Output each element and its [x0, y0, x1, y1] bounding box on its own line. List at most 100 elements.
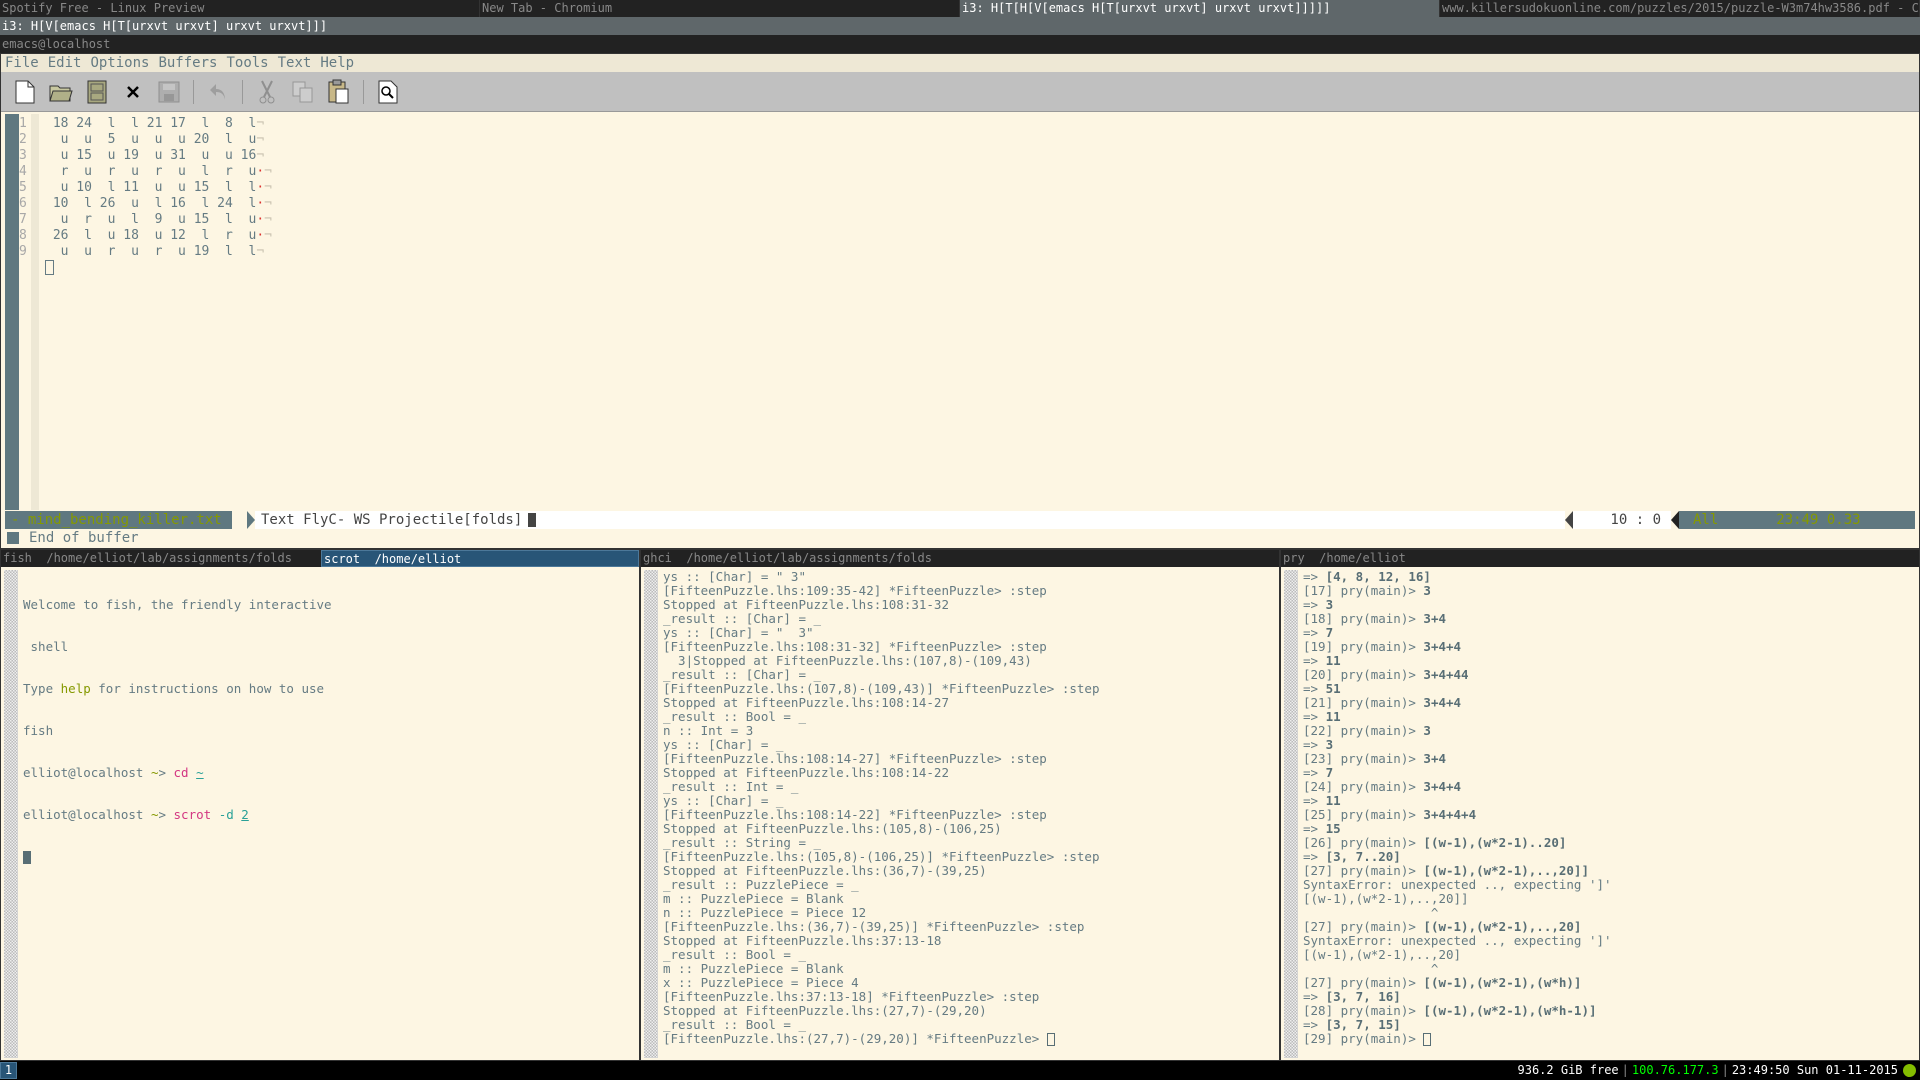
command-arg: ~ — [196, 765, 204, 780]
eol-marker: ¬ — [264, 212, 272, 227]
line-prefix: [20] pry(main)> — [1303, 667, 1424, 682]
terminal-line: [FifteenPuzzle.lhs:(107,8)-(109,43)] *Fi… — [663, 681, 1100, 696]
emacs-editor[interactable]: 1 2 3 4 5 6 7 8 9 18 24 l l 21 17 l 8 l ¬… — [1, 114, 1919, 510]
command: cd — [173, 765, 189, 780]
help-keyword: help — [60, 681, 91, 696]
tab-chromium-pdf[interactable]: www.killersudokuonline.com/puzzles/2015/… — [1440, 0, 1920, 17]
close-buffer-button[interactable] — [117, 77, 149, 107]
modeline-modes[interactable]: Text FlyC- WS Projectile[folds] — [255, 511, 1565, 529]
new-file-button[interactable] — [9, 77, 41, 107]
copy-icon — [292, 81, 313, 102]
line-number: 5 — [19, 180, 27, 195]
line-prefix: => — [1303, 625, 1326, 640]
menu-tools[interactable]: Tools — [226, 54, 268, 72]
expression: 3 — [1423, 723, 1431, 738]
terminal-line: [17] pry(main)> 3 — [1303, 584, 1612, 598]
tab-scrot[interactable]: scrot /home/elliot — [321, 550, 639, 567]
modeline-scroll: All — [1693, 512, 1719, 528]
terminal-line: => 15 — [1303, 822, 1612, 836]
menu-text[interactable]: Text — [278, 54, 312, 72]
save-icon — [158, 81, 180, 102]
line-prefix: => — [1303, 821, 1326, 836]
terminal-line: _result :: Bool = _ — [663, 947, 806, 962]
scrollbar[interactable] — [1284, 570, 1298, 1058]
emacs-window-title[interactable]: emacs@localhost — [0, 35, 1920, 53]
line-prefix: [(w-1),(w*2-1),..,20] — [1303, 947, 1462, 962]
buffer-text[interactable]: 18 24 l l 21 17 l 8 l ¬ u u 5 u u u 20 l … — [45, 116, 272, 276]
terminal-line: [20] pry(main)> 3+4+44 — [1303, 668, 1612, 682]
line-prefix: => — [1303, 849, 1326, 864]
scrollbar[interactable] — [644, 570, 658, 1058]
search-button[interactable] — [372, 77, 404, 107]
trailing-whitespace-marker: · — [256, 180, 265, 195]
menu-help[interactable]: Help — [320, 54, 354, 72]
copy-button[interactable] — [287, 77, 319, 107]
expression: 3+4+4 — [1423, 695, 1462, 710]
terminal-prompt-line[interactable]: [29] pry(main)> — [1303, 1032, 1612, 1046]
scrollbar[interactable] — [4, 570, 18, 1058]
terminal-pane-pry[interactable]: pry /home/elliot => [4, 8, 12, 16] [17] p… — [1280, 549, 1920, 1061]
line-numbers: 1 2 3 4 5 6 7 8 9 — [19, 116, 39, 260]
tab-chromium-new-tab[interactable]: New Tab - Chromium — [480, 0, 960, 17]
open-file-button[interactable] — [45, 77, 77, 107]
command: scrot — [173, 807, 212, 822]
cursor — [1423, 1033, 1432, 1046]
terminal-line: Type help for instructions on how to use — [23, 682, 332, 696]
buffer-line-text: 10 l 26 u l 16 l 24 l — [45, 196, 257, 211]
cut-button[interactable] — [251, 77, 283, 107]
expression: 3 — [1423, 583, 1431, 598]
minibuffer[interactable]: End of buffer — [1, 529, 1919, 547]
buffer-line-text: 26 l u 18 u 12 l r u — [45, 228, 257, 243]
undo-button[interactable] — [202, 77, 234, 107]
terminal-line[interactable] — [23, 850, 332, 864]
line-number: 6 — [19, 196, 27, 211]
menu-edit[interactable]: Edit — [48, 54, 82, 72]
paste-button[interactable] — [323, 77, 355, 107]
modeline-scroll-time: All 23:49 0.33 — [1679, 511, 1915, 529]
terminal-line: [FifteenPuzzle.lhs:108:14-27] *FifteenPu… — [663, 751, 1047, 766]
terminal-line: => 3 — [1303, 598, 1612, 612]
expression: 3 — [1325, 597, 1334, 612]
cursor — [23, 851, 31, 864]
line-prefix: [(w-1),(w*2-1),..,20]] — [1303, 891, 1469, 906]
emacs-toolbar — [1, 72, 1919, 112]
buffer-line-text: u 10 l 11 u u 15 l l — [45, 180, 257, 195]
expression: [3, 7, 15] — [1325, 1017, 1401, 1032]
eol-marker: ¬ — [256, 148, 265, 163]
buffer-line — [45, 260, 272, 276]
tab-ghci[interactable]: ghci /home/elliot/lab/assignments/folds — [641, 550, 1279, 567]
menu-buffers[interactable]: Buffers — [158, 54, 217, 72]
save-button[interactable] — [153, 77, 185, 107]
buffer-line: 10 l 26 u l 16 l 24 l·¬ — [45, 196, 272, 212]
terminal-pane-fish[interactable]: fish /home/elliot/lab/assignments/folds … — [0, 549, 640, 1061]
tab-fish[interactable]: fish /home/elliot/lab/assignments/folds — [1, 550, 321, 567]
line-prefix: => — [1303, 737, 1326, 752]
expression: 3+4+4 — [1423, 639, 1462, 654]
tab-i3-container[interactable]: i3: H[T[H[V[emacs H[T[urxvt urxvt] urxvt… — [960, 0, 1440, 17]
menu-options[interactable]: Options — [90, 54, 149, 72]
i3-container-title[interactable]: i3: H[V[emacs H[T[urxvt urxvt] urxvt urx… — [0, 17, 1920, 35]
dired-button[interactable] — [81, 77, 113, 107]
modeline-buffer-name[interactable]: - mind_bending_killer.txt — [5, 511, 232, 529]
tab-spotify[interactable]: Spotify Free - Linux Preview — [0, 0, 480, 17]
terminal-prompt-line[interactable]: [FifteenPuzzle.lhs:(27,7)-(29,20)] *Fift… — [663, 1032, 1100, 1046]
terminal-line: [27] pry(main)> [(w-1),(w*2-1),..,20]] — [1303, 864, 1612, 878]
spotify-tray-icon[interactable] — [1903, 1064, 1916, 1077]
toolbar-separator — [363, 79, 364, 104]
buffer-line: u 10 l 11 u u 15 l l·¬ — [45, 180, 272, 196]
workspace-button-1[interactable]: 1 — [0, 1062, 17, 1079]
terminal-line: _result :: [Char] = _ — [663, 667, 822, 682]
buffer-line-text: u r u l 9 u 15 l u — [45, 212, 257, 227]
line-prefix: [27] pry(main)> — [1303, 863, 1424, 878]
buffer-line: u u 5 u u u 20 l u¬ — [45, 132, 272, 148]
terminal-pane-ghci[interactable]: ghci /home/elliot/lab/assignments/folds … — [640, 549, 1280, 1061]
tab-pry[interactable]: pry /home/elliot — [1281, 550, 1919, 567]
menu-file[interactable]: File — [5, 54, 39, 72]
line-prefix: [28] pry(main)> — [1303, 1003, 1424, 1018]
line-number: 1 — [19, 116, 27, 131]
trailing-whitespace-marker: · — [256, 196, 265, 211]
terminal-line: => 11 — [1303, 710, 1612, 724]
line-number: 7 — [19, 212, 27, 227]
buffer-line-text: 18 24 l l 21 17 l 8 l — [45, 116, 257, 131]
terminal-line: x :: PuzzlePiece = Piece 4 — [663, 975, 859, 990]
